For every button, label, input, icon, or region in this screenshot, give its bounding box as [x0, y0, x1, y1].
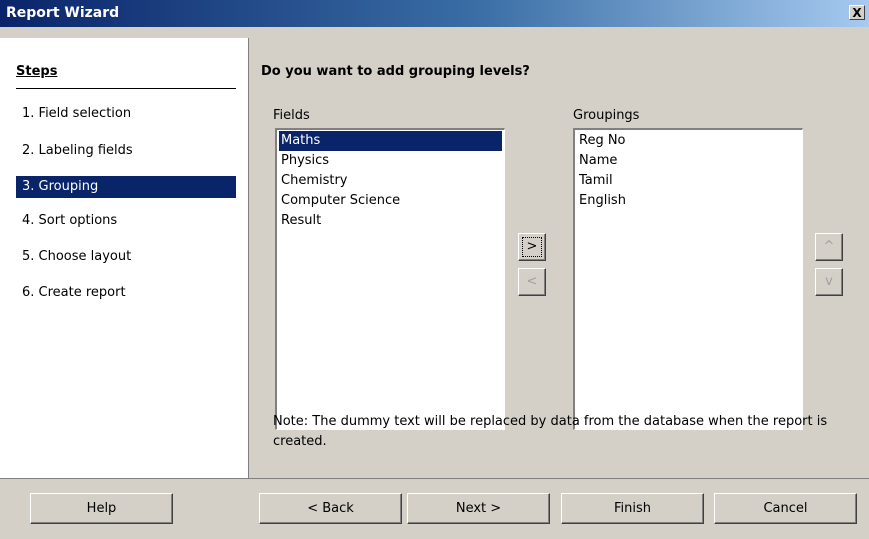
title-bar: Report Wizard X	[0, 0, 869, 27]
close-button[interactable]: X	[849, 5, 865, 20]
step-grouping[interactable]: 3. Grouping	[16, 176, 236, 198]
footer-bar: Help < Back Next > Finish Cancel	[0, 478, 869, 539]
list-item[interactable]: Chemistry	[279, 171, 502, 191]
list-item[interactable]: Tamil	[577, 171, 800, 191]
list-item[interactable]: Reg No	[577, 131, 800, 151]
list-item[interactable]: Physics	[279, 151, 502, 171]
move-up-button[interactable]: ^	[815, 233, 843, 261]
groupings-label: Groupings	[573, 108, 640, 123]
step-sort-options[interactable]: 4. Sort options	[16, 210, 236, 232]
list-item[interactable]: English	[577, 191, 800, 211]
window-title: Report Wizard	[6, 5, 120, 21]
list-item[interactable]: Name	[577, 151, 800, 171]
list-item[interactable]: Computer Science	[279, 191, 502, 211]
step-labeling-fields[interactable]: 2. Labeling fields	[16, 140, 236, 162]
step-create-report[interactable]: 6. Create report	[16, 282, 236, 304]
fields-label: Fields	[273, 108, 310, 123]
step-field-selection[interactable]: 1. Field selection	[16, 103, 236, 125]
list-item[interactable]: Maths	[279, 131, 502, 151]
groupings-listbox[interactable]: Reg No Name Tamil English	[573, 128, 803, 430]
finish-button[interactable]: Finish	[561, 493, 704, 524]
note-text: Note: The dummy text will be replaced by…	[273, 414, 828, 449]
steps-panel: Steps 1. Field selection 2. Labeling fie…	[0, 38, 249, 478]
steps-header: Steps	[16, 64, 58, 79]
list-item[interactable]: Result	[279, 211, 502, 231]
help-button[interactable]: Help	[30, 493, 173, 524]
remove-grouping-button[interactable]: <	[518, 268, 546, 296]
main-panel: Do you want to add grouping levels? Fiel…	[249, 38, 869, 478]
next-button[interactable]: Next >	[407, 493, 550, 524]
page-title: Do you want to add grouping levels?	[261, 64, 530, 79]
back-button[interactable]: < Back	[259, 493, 402, 524]
steps-divider	[16, 88, 236, 89]
step-choose-layout[interactable]: 5. Choose layout	[16, 246, 236, 268]
add-grouping-button[interactable]: >	[518, 233, 546, 261]
fields-listbox[interactable]: Maths Physics Chemistry Computer Science…	[275, 128, 505, 430]
move-down-button[interactable]: v	[815, 268, 843, 296]
cancel-button[interactable]: Cancel	[714, 493, 857, 524]
